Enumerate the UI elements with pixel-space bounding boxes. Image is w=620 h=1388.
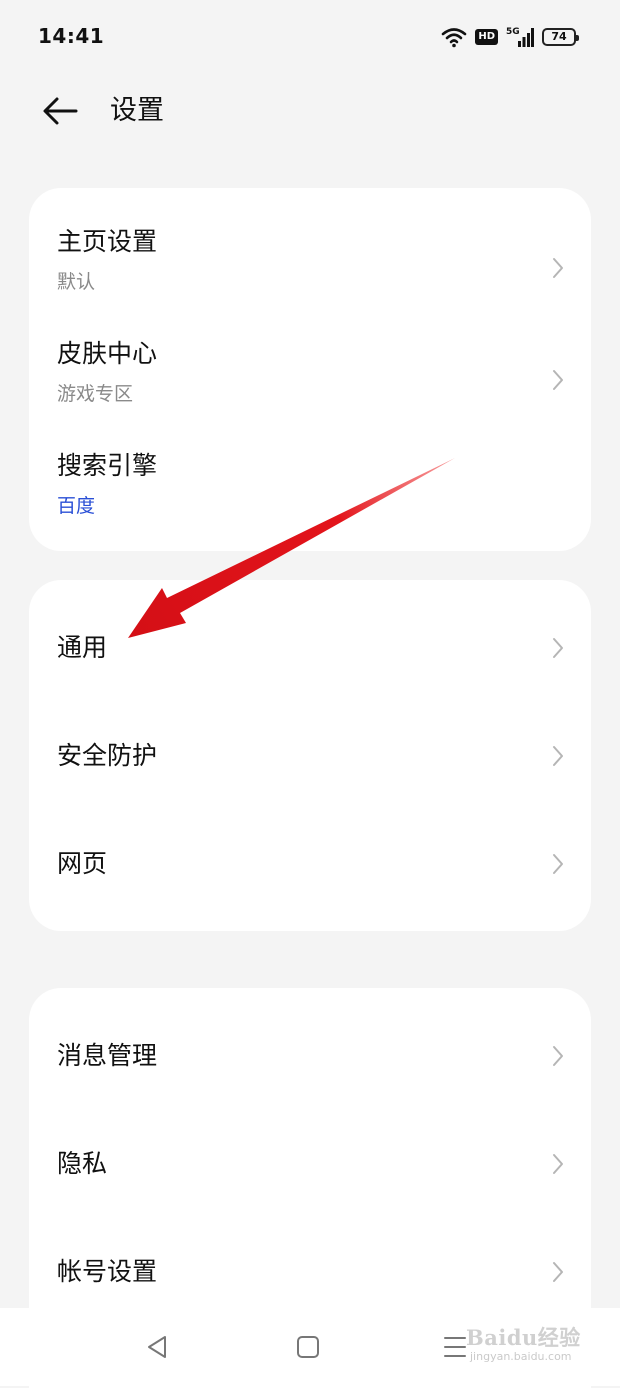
settings-card-general: 通用 安全防护 网页 xyxy=(29,580,591,931)
settings-card-browser: 主页设置 默认 皮肤中心 游戏专区 搜索引擎 百度 xyxy=(29,188,591,551)
settings-item-privacy[interactable]: 隐私 xyxy=(29,1110,591,1218)
network-type-label: 5G xyxy=(506,27,520,37)
status-icons: HD 5G 74 xyxy=(441,22,579,52)
battery-level: 74 xyxy=(551,30,567,43)
settings-item-subtitle: 游戏专区 xyxy=(57,383,134,405)
home-square-icon[interactable] xyxy=(293,1334,323,1360)
chevron-right-icon xyxy=(553,1262,563,1282)
settings-item-general[interactable]: 通用 xyxy=(29,594,591,702)
settings-item-webpage[interactable]: 网页 xyxy=(29,810,591,918)
cellular-5g-icon: 5G xyxy=(506,27,534,47)
status-time: 14:41 xyxy=(38,24,105,48)
settings-item-title: 帐号设置 xyxy=(57,1257,158,1286)
chevron-right-icon xyxy=(553,1046,563,1066)
settings-item-search-engine[interactable]: 搜索引擎 百度 xyxy=(29,434,591,546)
settings-item-homepage[interactable]: 主页设置 默认 xyxy=(29,210,591,322)
chevron-right-icon xyxy=(553,258,563,278)
settings-item-title: 通用 xyxy=(57,633,108,662)
settings-item-subtitle: 百度 xyxy=(57,495,96,517)
settings-item-title: 消息管理 xyxy=(57,1041,158,1070)
hd-icon: HD xyxy=(475,29,498,45)
arrow-left-icon[interactable] xyxy=(40,94,80,128)
status-bar: 14:41 HD 5G 74 xyxy=(0,0,620,76)
settings-item-title: 安全防护 xyxy=(57,741,158,770)
settings-item-title: 网页 xyxy=(57,849,108,878)
back-triangle-icon[interactable] xyxy=(143,1334,173,1360)
menu-lines-icon[interactable] xyxy=(440,1334,470,1360)
settings-item-title: 搜索引擎 xyxy=(57,451,158,480)
wifi-icon xyxy=(442,28,467,48)
chevron-right-icon xyxy=(553,638,563,658)
settings-item-subtitle: 默认 xyxy=(57,271,96,293)
page-title: 设置 xyxy=(110,95,164,126)
settings-item-security[interactable]: 安全防护 xyxy=(29,702,591,810)
battery-icon: 74 xyxy=(542,28,579,46)
system-nav-bar xyxy=(0,1308,620,1386)
settings-item-title: 皮肤中心 xyxy=(57,339,158,368)
chevron-right-icon xyxy=(553,370,563,390)
settings-item-messages[interactable]: 消息管理 xyxy=(29,1002,591,1110)
header: 设置 xyxy=(0,76,620,148)
settings-item-title: 隐私 xyxy=(57,1149,108,1178)
chevron-right-icon xyxy=(553,1154,563,1174)
settings-item-title: 主页设置 xyxy=(57,227,158,256)
chevron-right-icon xyxy=(553,854,563,874)
settings-item-skin-center[interactable]: 皮肤中心 游戏专区 xyxy=(29,322,591,434)
chevron-right-icon xyxy=(553,746,563,766)
